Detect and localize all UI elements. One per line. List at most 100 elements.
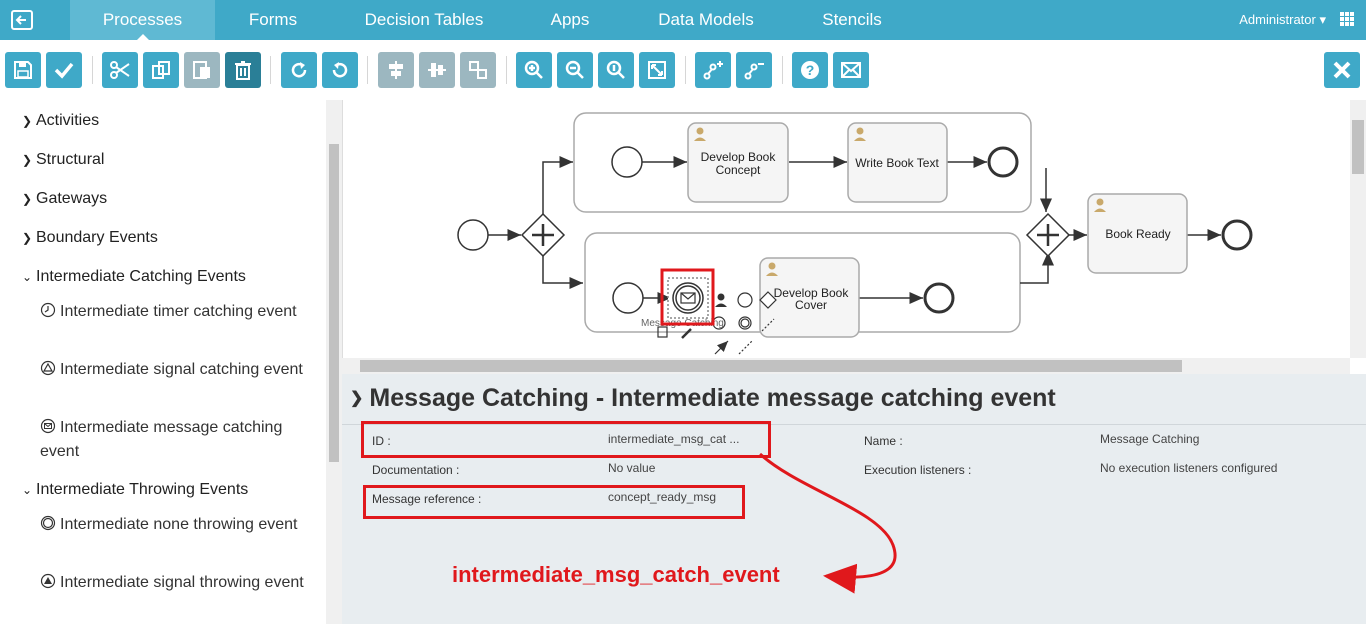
grid-menu-icon[interactable] bbox=[1340, 12, 1354, 26]
name-value[interactable]: Message Catching bbox=[1100, 432, 1199, 446]
pad-end-event-icon[interactable] bbox=[737, 292, 753, 308]
chevron-right-icon: ❯ bbox=[22, 114, 33, 128]
properties-header[interactable]: ❯ Message Catching - Intermediate message… bbox=[350, 384, 1056, 413]
end-event[interactable] bbox=[987, 146, 1019, 178]
save-button[interactable] bbox=[5, 52, 41, 88]
group-label: Intermediate Throwing Events bbox=[36, 481, 249, 498]
remove-bendpoint-button[interactable] bbox=[736, 52, 772, 88]
message-event-icon bbox=[40, 418, 56, 434]
tab-forms[interactable]: Forms bbox=[230, 0, 316, 40]
delete-icon bbox=[235, 61, 251, 80]
task-label-develop-cover-line2: Cover bbox=[795, 298, 827, 312]
group-label: Gateways bbox=[36, 190, 108, 207]
toolbar-divider bbox=[92, 56, 93, 84]
palette-item-timer-catching[interactable]: Intermediate timer catching event bbox=[40, 300, 310, 324]
palette-group-structural[interactable]: ❯ Structural bbox=[22, 151, 104, 169]
sequence-flow[interactable] bbox=[542, 256, 583, 289]
start-event[interactable] bbox=[612, 282, 644, 314]
signal-throwing-event-icon bbox=[40, 573, 56, 589]
fit-icon bbox=[648, 61, 666, 79]
undo-button[interactable] bbox=[322, 52, 358, 88]
palette-scrollbar[interactable] bbox=[326, 100, 342, 624]
align-horizontal-button[interactable] bbox=[378, 52, 414, 88]
remove-bendpoint-icon bbox=[744, 63, 764, 80]
redo-button[interactable] bbox=[281, 52, 317, 88]
documentation-label: Documentation : bbox=[372, 463, 460, 477]
feedback-mail-button[interactable] bbox=[833, 52, 869, 88]
pad-intermediate-inner bbox=[740, 318, 750, 328]
tab-label: Processes bbox=[102, 10, 183, 29]
delete-button[interactable] bbox=[225, 52, 261, 88]
align-vertical-icon bbox=[428, 63, 446, 77]
toolbar-divider bbox=[782, 56, 783, 84]
chevron-down-icon: ⌄ bbox=[22, 270, 33, 284]
sequence-flow[interactable] bbox=[542, 156, 573, 214]
signal-event-icon bbox=[40, 360, 56, 376]
editor-toolbar: ? bbox=[0, 40, 1366, 100]
cut-button[interactable] bbox=[102, 52, 138, 88]
pad-association-icon[interactable] bbox=[738, 340, 753, 355]
palette-item-signal-throwing[interactable]: Intermediate signal throwing event bbox=[40, 571, 310, 595]
tab-decision-tables[interactable]: Decision Tables bbox=[350, 0, 498, 40]
documentation-value[interactable]: No value bbox=[608, 461, 655, 475]
diagram-canvas[interactable]: Develop Book Concept Write Book Text Dev… bbox=[342, 100, 1366, 372]
end-event[interactable] bbox=[923, 282, 955, 314]
canvas-horizontal-scrollbar[interactable] bbox=[342, 358, 1350, 374]
item-label: Intermediate none throwing event bbox=[60, 516, 298, 533]
shape-palette: ❯ Activities ❯ Structural ❯ Gateways ❯ Bound… bbox=[0, 100, 326, 624]
palette-group-activities[interactable]: ❯ Activities bbox=[22, 112, 99, 130]
palette-group-intermediate-catching[interactable]: ⌄ Intermediate Catching Events bbox=[22, 268, 246, 286]
toolbar-divider bbox=[506, 56, 507, 84]
bpmn-diagram: Develop Book Concept Write Book Text Dev… bbox=[457, 112, 1253, 355]
end-event[interactable] bbox=[1221, 219, 1253, 251]
validate-button[interactable] bbox=[46, 52, 82, 88]
pad-connect-icon[interactable] bbox=[714, 340, 729, 355]
top-navigation: Processes Forms Decision Tables Apps Dat… bbox=[0, 0, 1366, 41]
undo-icon bbox=[332, 62, 348, 78]
group-label: Intermediate Catching Events bbox=[36, 268, 246, 285]
zoom-in-button[interactable] bbox=[516, 52, 552, 88]
start-event[interactable] bbox=[457, 219, 489, 251]
palette-group-gateways[interactable]: ❯ Gateways bbox=[22, 190, 107, 208]
palette-group-boundary-events[interactable]: ❯ Boundary Events bbox=[22, 229, 158, 247]
palette-item-message-catching[interactable]: Intermediate message catching event bbox=[40, 416, 310, 464]
help-button[interactable]: ? bbox=[792, 52, 828, 88]
item-label: Intermediate signal catching event bbox=[60, 361, 303, 378]
tab-processes[interactable]: Processes bbox=[70, 0, 215, 41]
tab-apps[interactable]: Apps bbox=[532, 0, 608, 40]
execution-listeners-value[interactable]: No execution listeners configured bbox=[1100, 461, 1277, 475]
name-label: Name : bbox=[864, 434, 903, 448]
same-size-button[interactable] bbox=[460, 52, 496, 88]
item-label: Intermediate timer catching event bbox=[60, 303, 297, 320]
group-label: Boundary Events bbox=[36, 229, 158, 246]
scroll-thumb[interactable] bbox=[1352, 120, 1364, 174]
back-button[interactable] bbox=[0, 0, 44, 40]
validate-icon bbox=[54, 62, 74, 79]
palette-item-signal-catching[interactable]: Intermediate signal catching event bbox=[40, 358, 310, 382]
align-vertical-button[interactable] bbox=[419, 52, 455, 88]
help-icon: ? bbox=[801, 61, 819, 79]
close-button[interactable] bbox=[1324, 52, 1360, 88]
tab-stencils[interactable]: Stencils bbox=[806, 0, 898, 40]
fit-button[interactable] bbox=[639, 52, 675, 88]
id-highlight-box bbox=[361, 421, 771, 458]
cut-icon bbox=[110, 61, 130, 79]
back-icon bbox=[11, 10, 33, 30]
zoom-actual-button[interactable] bbox=[598, 52, 634, 88]
start-event[interactable] bbox=[611, 146, 643, 178]
copy-button[interactable] bbox=[143, 52, 179, 88]
add-bendpoint-button[interactable] bbox=[695, 52, 731, 88]
paste-button[interactable] bbox=[184, 52, 220, 88]
tab-data-models[interactable]: Data Models bbox=[642, 0, 770, 40]
sequence-flow[interactable] bbox=[1020, 252, 1054, 284]
scroll-thumb[interactable] bbox=[329, 144, 339, 462]
user-menu[interactable]: Administrator ▾ bbox=[1239, 0, 1326, 40]
copy-icon bbox=[152, 61, 170, 79]
scroll-thumb[interactable] bbox=[360, 360, 1182, 372]
annotation-text: intermediate_msg_catch_event bbox=[452, 562, 780, 587]
canvas-vertical-scrollbar[interactable] bbox=[1350, 100, 1366, 358]
zoom-out-button[interactable] bbox=[557, 52, 593, 88]
palette-group-intermediate-throwing[interactable]: ⌄ Intermediate Throwing Events bbox=[22, 481, 248, 499]
toolbar-divider bbox=[367, 56, 368, 84]
palette-item-none-throwing[interactable]: Intermediate none throwing event bbox=[40, 513, 310, 537]
